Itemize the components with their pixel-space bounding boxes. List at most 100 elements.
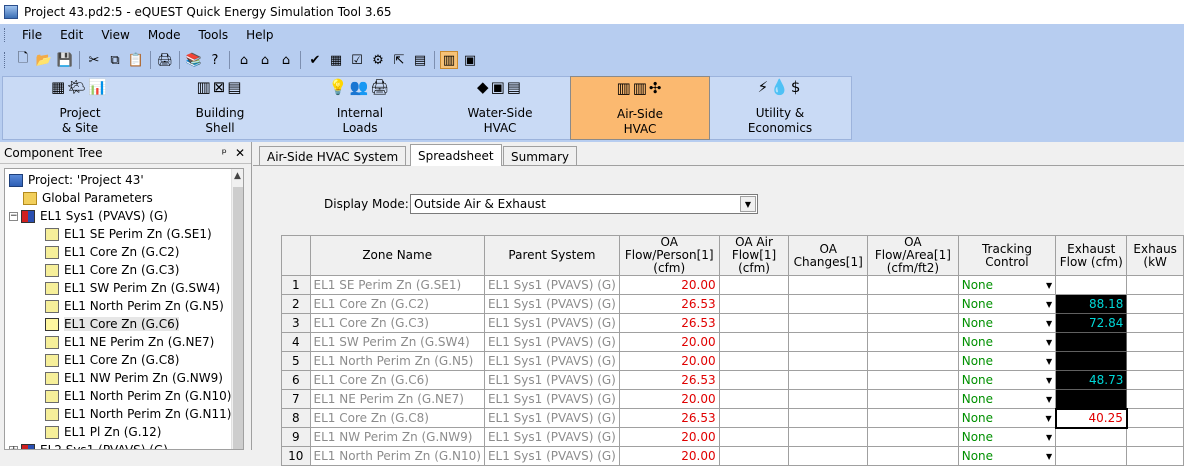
- column-header[interactable]: OA Flow/Person[1] (cfm): [618, 235, 720, 276]
- scroll-thumb[interactable]: [233, 187, 243, 449]
- tree-item[interactable]: EL1 NW Perim Zn (G.NW9): [45, 369, 223, 387]
- column-header[interactable]: Exhaus (kW: [1126, 235, 1184, 276]
- help-question-icon[interactable]: ?: [206, 51, 224, 69]
- oa-air-flow-cell[interactable]: [718, 275, 790, 295]
- zone-name-cell[interactable]: EL1 NE Perim Zn (G.NE7): [309, 389, 485, 409]
- menu-mode[interactable]: Mode: [139, 28, 190, 42]
- mode-water-side-hvac[interactable]: ◆▣▤ Water-Side HVAC: [440, 76, 560, 140]
- oa-air-flow-cell[interactable]: [718, 332, 790, 352]
- zone-name-cell[interactable]: EL1 Core Zn (G.C6): [309, 370, 485, 390]
- cut-icon[interactable]: ✂: [85, 51, 103, 69]
- exhaust-kw-cell[interactable]: [1126, 294, 1184, 314]
- dropdown-arrow-icon[interactable]: ▼: [740, 196, 756, 212]
- mode-air-side-hvac[interactable]: ▥▥✣ Air-Side HVAC: [570, 76, 710, 140]
- zone-name-cell[interactable]: EL1 Core Zn (G.C3): [309, 313, 485, 333]
- mode-building-shell[interactable]: ▥⊠▤ Building Shell: [160, 76, 280, 140]
- exhaust-flow-cell[interactable]: [1055, 427, 1128, 447]
- calculator-icon[interactable]: ▦: [327, 51, 345, 69]
- tracking-control-cell[interactable]: None ▼: [957, 389, 1057, 409]
- oa-air-flow-cell[interactable]: [718, 370, 790, 390]
- tracking-control-cell[interactable]: None ▼: [957, 370, 1057, 390]
- tree-item[interactable]: + EL2 Sys1 (PVAVS) (G): [9, 441, 168, 449]
- exhaust-kw-cell[interactable]: [1126, 332, 1184, 352]
- parent-system-cell[interactable]: EL1 Sys1 (PVAVS) (G): [483, 427, 620, 447]
- dropdown-arrow-icon[interactable]: ▼: [1046, 433, 1052, 442]
- dropdown-arrow-icon[interactable]: ▼: [1046, 452, 1052, 461]
- oa-changes-cell[interactable]: [788, 294, 869, 314]
- parent-system-cell[interactable]: EL1 Sys1 (PVAVS) (G): [483, 370, 620, 390]
- oa-flow-person-cell[interactable]: 26.53: [618, 370, 720, 390]
- row-number[interactable]: 2: [281, 294, 311, 314]
- oa-changes-cell[interactable]: [788, 275, 869, 295]
- zone-name-cell[interactable]: EL1 SW Perim Zn (G.SW4): [309, 332, 485, 352]
- dropdown-arrow-icon[interactable]: ▼: [1046, 338, 1052, 347]
- collapse-icon[interactable]: −: [9, 211, 18, 221]
- oa-flow-person-cell[interactable]: 20.00: [618, 351, 720, 371]
- column-header[interactable]: Exhaust Flow (cfm): [1055, 235, 1128, 276]
- oa-flow-area-cell[interactable]: [867, 408, 959, 428]
- tree-item[interactable]: EL1 Core Zn (G.C8): [45, 351, 179, 369]
- tracking-control-cell[interactable]: None ▼: [957, 294, 1057, 314]
- oa-flow-person-cell[interactable]: 20.00: [618, 389, 720, 409]
- exhaust-kw-cell[interactable]: [1126, 389, 1184, 409]
- display-mode-select[interactable]: Outside Air & Exhaust ▼: [410, 194, 758, 214]
- row-number[interactable]: 7: [281, 389, 311, 409]
- tree-item[interactable]: EL1 North Perim Zn (G.N10): [45, 387, 231, 405]
- oa-flow-area-cell[interactable]: [867, 427, 959, 447]
- parent-system-cell[interactable]: EL1 Sys1 (PVAVS) (G): [483, 446, 620, 466]
- exhaust-flow-cell[interactable]: 40.25: [1054, 407, 1128, 429]
- oa-air-flow-cell[interactable]: [718, 389, 790, 409]
- parent-system-cell[interactable]: EL1 Sys1 (PVAVS) (G): [483, 275, 620, 295]
- tracking-control-cell[interactable]: None ▼: [957, 408, 1057, 428]
- row-number[interactable]: 6: [281, 370, 311, 390]
- mode-internal-loads[interactable]: 💡👥🖨 Internal Loads: [300, 76, 420, 140]
- dropdown-arrow-icon[interactable]: ▼: [1046, 376, 1052, 385]
- table-icon[interactable]: ▤: [411, 51, 429, 69]
- oa-air-flow-cell[interactable]: [718, 446, 790, 466]
- oa-flow-person-cell[interactable]: 20.00: [618, 446, 720, 466]
- exhaust-kw-cell[interactable]: [1126, 427, 1184, 447]
- tracking-control-cell[interactable]: None ▼: [957, 427, 1057, 447]
- menu-view[interactable]: View: [92, 28, 138, 42]
- detailed-view-icon[interactable]: ▥: [440, 51, 458, 69]
- row-number[interactable]: 4: [281, 332, 311, 352]
- export-icon[interactable]: ⇱: [390, 51, 408, 69]
- oa-flow-person-cell[interactable]: 20.00: [618, 427, 720, 447]
- row-number[interactable]: 9: [281, 427, 311, 447]
- oa-flow-area-cell[interactable]: [867, 313, 959, 333]
- pin-icon[interactable]: ᵖ: [222, 146, 227, 160]
- exhaust-kw-cell[interactable]: [1126, 313, 1184, 333]
- exhaust-kw-cell[interactable]: [1126, 408, 1184, 428]
- parent-system-cell[interactable]: EL1 Sys1 (PVAVS) (G): [483, 313, 620, 333]
- menu-help[interactable]: Help: [237, 28, 282, 42]
- tree-item[interactable]: Global Parameters: [23, 189, 153, 207]
- oa-flow-area-cell[interactable]: [867, 332, 959, 352]
- oa-flow-area-cell[interactable]: [867, 370, 959, 390]
- oa-changes-cell[interactable]: [788, 408, 869, 428]
- column-header[interactable]: Tracking Control: [957, 235, 1057, 276]
- tree-item[interactable]: EL1 North Perim Zn (G.N5): [45, 297, 224, 315]
- menu-tools[interactable]: Tools: [190, 28, 238, 42]
- oa-flow-person-cell[interactable]: 20.00: [618, 275, 720, 295]
- exhaust-flow-cell[interactable]: 72.84: [1055, 313, 1128, 333]
- zone-name-cell[interactable]: EL1 North Perim Zn (G.N5): [309, 351, 485, 371]
- oa-changes-cell[interactable]: [788, 446, 869, 466]
- library-book-icon[interactable]: 📚: [185, 51, 203, 69]
- oa-air-flow-cell[interactable]: [718, 427, 790, 447]
- checklist-icon[interactable]: ☑: [348, 51, 366, 69]
- dropdown-arrow-icon[interactable]: ▼: [1046, 281, 1052, 290]
- oa-flow-area-cell[interactable]: [867, 294, 959, 314]
- tree-item[interactable]: EL1 Pl Zn (G.12): [45, 423, 162, 441]
- oa-changes-cell[interactable]: [788, 332, 869, 352]
- tracking-control-cell[interactable]: None ▼: [957, 275, 1057, 295]
- tree-item[interactable]: EL1 Core Zn (G.C2): [45, 243, 179, 261]
- row-number[interactable]: 8: [281, 408, 311, 428]
- zone-name-cell[interactable]: EL1 SE Perim Zn (G.SE1): [309, 275, 485, 295]
- tree-item[interactable]: − EL1 Sys1 (PVAVS) (G): [9, 207, 168, 225]
- row-number[interactable]: 10: [281, 446, 311, 466]
- tree-item[interactable]: EL1 Core Zn (G.C6): [45, 315, 180, 333]
- exhaust-kw-cell[interactable]: [1126, 370, 1184, 390]
- gear-icon[interactable]: ⚙: [369, 51, 387, 69]
- exhaust-flow-cell[interactable]: [1055, 275, 1128, 295]
- exhaust-flow-cell[interactable]: [1055, 446, 1128, 466]
